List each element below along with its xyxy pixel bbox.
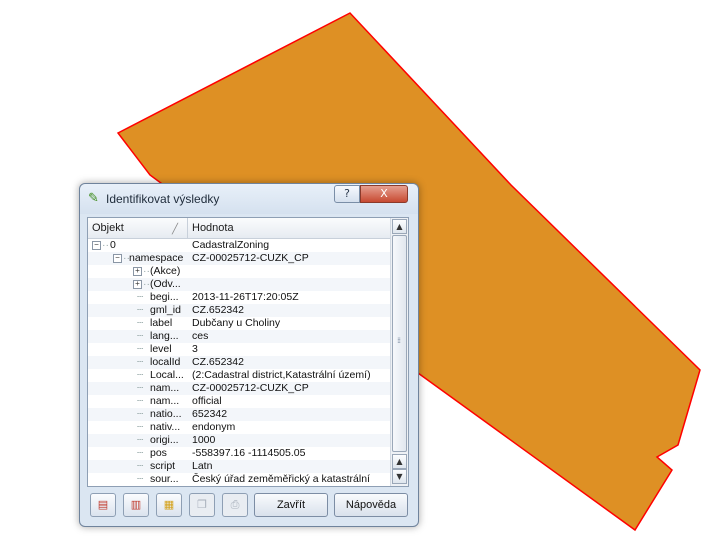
row-name: script — [150, 460, 176, 472]
copy-button[interactable]: ❐ — [189, 493, 215, 517]
grip-icon: ⁞⁞ — [397, 336, 401, 345]
row-name: nam... — [150, 395, 180, 407]
help-titlebar-button[interactable]: ? — [334, 185, 360, 203]
scroll-up-button[interactable]: ▲ — [392, 219, 407, 234]
dialog-button-bar: ▤ ▥ ▦ ❐ ⎙ Zavřít Nápověda — [87, 493, 409, 521]
row-value: 652342 — [192, 408, 228, 420]
row-name: level — [150, 343, 172, 355]
row-value: Český úřad zeměměřický a katastrální — [192, 473, 370, 485]
copy-icon: ❐ — [197, 498, 207, 511]
tree-row[interactable]: ┄ pos -558397.16 -1114505.05 — [88, 447, 391, 460]
collapse-icon[interactable]: − — [113, 254, 122, 263]
row-name: sour... — [150, 473, 179, 485]
vertical-scrollbar[interactable]: ▲ ⁞⁞ ▲ ▼ — [390, 218, 408, 486]
tree-row[interactable]: ┄ gml_id CZ.652342 — [88, 304, 391, 317]
expand-all-button[interactable]: ▤ — [90, 493, 116, 517]
row-name: lang... — [150, 330, 179, 342]
row-name: (Odv... — [150, 278, 181, 290]
scroll-up-lower-button[interactable]: ▲ — [392, 454, 407, 469]
tree-row[interactable]: ┄ sour... Český úřad zeměměřický a katast… — [88, 473, 391, 486]
row-name: (Akce) — [150, 265, 181, 277]
collapse-tree-icon: ▥ — [130, 498, 142, 511]
row-value: CZ.652342 — [192, 356, 244, 368]
row-name: origi... — [150, 434, 179, 446]
row-value: CZ-00025712-CUZK_CP — [192, 382, 309, 394]
layer-color-icon: ▦ — [163, 498, 175, 511]
row-name: nativ... — [150, 421, 181, 433]
row-value: Dubčany u Choliny — [192, 317, 281, 329]
tree-row[interactable]: + ·· (Odv... — [88, 278, 391, 291]
tree-row[interactable]: ┄ natio... 652342 — [88, 408, 391, 421]
title-bar: ✎ Identifikovat výsledky ? X — [80, 184, 418, 214]
tree-row[interactable]: ┄ Local... (2:Cadastral district,Katastrá… — [88, 369, 391, 382]
print-button[interactable]: ⎙ — [222, 493, 248, 517]
row-value: -558397.16 -1114505.05 — [192, 447, 306, 459]
row-name: Local... — [150, 369, 184, 381]
row-name: nam... — [150, 382, 180, 394]
tree-row[interactable]: ┄ script Latn — [88, 460, 391, 473]
tree-row[interactable]: ┄ localId CZ.652342 — [88, 356, 391, 369]
print-icon: ⎙ — [230, 498, 240, 511]
row-value: 1000 — [192, 434, 216, 446]
header-value-label: Hodnota — [192, 222, 234, 234]
tree-row[interactable]: ┄ label Dubčany u Choliny — [88, 317, 391, 330]
expand-icon[interactable]: + — [133, 280, 142, 289]
header-value[interactable]: Hodnota — [188, 218, 391, 238]
collapse-all-button[interactable]: ▥ — [123, 493, 149, 517]
tree-row[interactable]: ┄ nam... CZ-00025712-CUZK_CP — [88, 382, 391, 395]
row-value: official — [192, 395, 222, 407]
row-value: CadastralZoning — [192, 239, 270, 251]
sort-indicator-icon: ╱ — [172, 224, 179, 235]
collapse-icon[interactable]: − — [92, 241, 101, 250]
tree-rows: − ·· 0 CadastralZoning − ·· namespace CZ-000… — [88, 239, 391, 486]
expand-tree-icon: ▤ — [97, 498, 109, 511]
row-value — [192, 265, 388, 278]
row-name: namespace — [129, 252, 184, 264]
tree-row[interactable]: − ·· 0 CadastralZoning — [88, 239, 391, 252]
row-value: CZ.652342 — [192, 304, 244, 316]
row-value: (2:Cadastral district,Katastrální území) — [192, 369, 371, 381]
tree-row[interactable]: ┄ lang... ces — [88, 330, 391, 343]
results-tree[interactable]: Objekt ╱ Hodnota − ·· 0 CadastralZoning − ·… — [87, 217, 409, 487]
header-feature-label: Objekt — [92, 222, 124, 234]
expand-icon[interactable]: + — [133, 267, 142, 276]
tree-row[interactable]: ┄ origi... 1000 — [88, 434, 391, 447]
row-value: CZ-00025712-CUZK_CP — [192, 252, 309, 264]
close-button[interactable]: Zavřít — [254, 493, 328, 517]
close-titlebar-button[interactable]: X — [360, 185, 408, 203]
dialog-title: Identifikovat výsledky — [106, 192, 220, 206]
scrollbar-thumb[interactable]: ⁞⁞ — [392, 235, 407, 452]
row-value: endonym — [192, 421, 236, 433]
row-name: localId — [150, 356, 181, 368]
tree-row[interactable]: + ·· (Akce) — [88, 265, 391, 278]
row-value: Latn — [192, 460, 213, 472]
row-value: 3 — [192, 343, 198, 355]
tree-header: Objekt ╱ Hodnota — [88, 218, 391, 239]
row-name: gml_id — [150, 304, 181, 316]
row-name: begi... — [150, 291, 179, 303]
row-value — [192, 278, 388, 291]
row-name: label — [150, 317, 173, 329]
expand-new-button[interactable]: ▦ — [156, 493, 182, 517]
header-feature[interactable]: Objekt ╱ — [88, 218, 188, 238]
tree-row[interactable]: ┄ level 3 — [88, 343, 391, 356]
row-value: 2013-11-26T17:20:05Z — [192, 291, 299, 303]
help-button[interactable]: Nápověda — [334, 493, 408, 517]
row-name: natio... — [150, 408, 182, 420]
tree-row[interactable]: ┄ begi... 2013-11-26T17:20:05Z — [88, 291, 391, 304]
scroll-down-button[interactable]: ▼ — [392, 469, 407, 484]
row-name: pos — [150, 447, 167, 459]
tree-row[interactable]: ┄ nativ... endonym — [88, 421, 391, 434]
tree-row[interactable]: − ·· namespace CZ-00025712-CUZK_CP — [88, 252, 391, 265]
identify-icon: ✎ — [88, 191, 99, 206]
row-name: 0 — [110, 239, 116, 251]
tree-row[interactable]: ┄ nam... official — [88, 395, 391, 408]
row-value: ces — [192, 330, 209, 342]
identify-results-dialog: ✎ Identifikovat výsledky ? X Objekt ╱ Ho… — [79, 183, 419, 527]
